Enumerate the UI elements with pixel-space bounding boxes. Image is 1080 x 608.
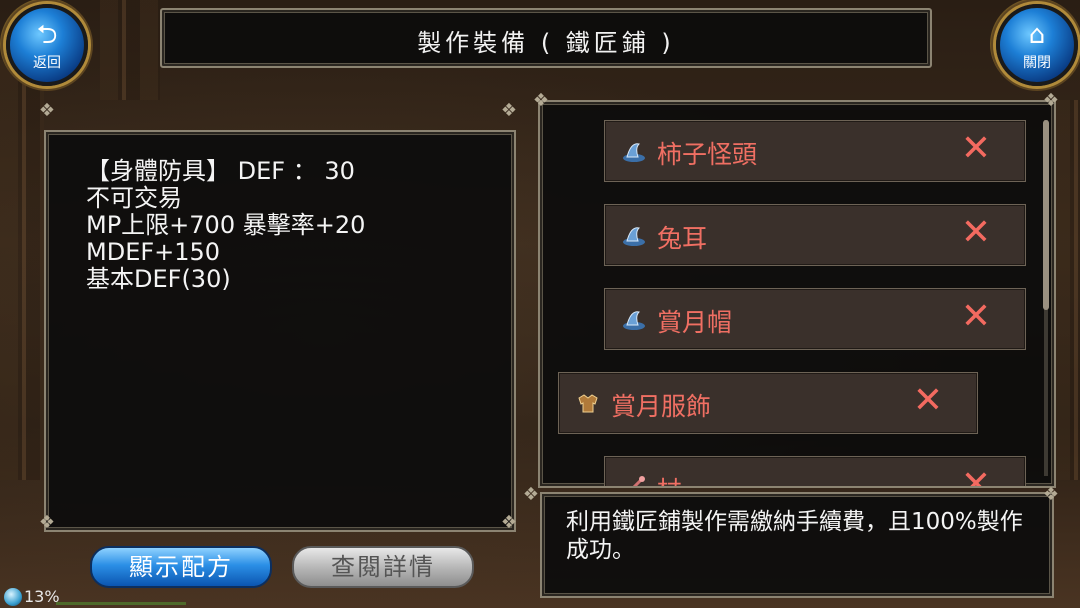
- bookshelf-left: [0, 60, 44, 480]
- frame-ornament-icon: ❖: [1042, 90, 1060, 111]
- item-stats-text: 【身體防具】 DEF ： 30 不可交易 MP上限+700 暴擊率+20 MDE…: [86, 157, 366, 293]
- list-item-selected[interactable]: 賞月服飾 ✕: [558, 372, 978, 434]
- unavailable-x-icon: ✕: [912, 380, 943, 421]
- unavailable-x-icon: ✕: [960, 464, 991, 488]
- frame-ornament-icon: ❖: [500, 100, 518, 121]
- armor-icon: [578, 394, 598, 413]
- unavailable-x-icon: ✕: [960, 212, 991, 253]
- bookshelf-right: [1052, 100, 1080, 480]
- show-recipe-button[interactable]: 顯示配方: [90, 546, 272, 588]
- close-button[interactable]: ⌂ 關閉: [996, 4, 1078, 86]
- view-details-button[interactable]: 查閱詳情: [292, 546, 474, 588]
- status-orb-icon: [4, 588, 22, 606]
- list-item[interactable]: 柿子怪頭 ✕: [604, 120, 1026, 182]
- back-button-label: 返回: [33, 55, 61, 71]
- frame-ornament-icon: ❖: [500, 512, 518, 533]
- home-icon: ⌂: [1028, 20, 1046, 50]
- back-button[interactable]: ⮌ 返回: [6, 4, 88, 86]
- frame-ornament-icon: ❖: [1042, 484, 1060, 505]
- description-text: 利用鐵匠鋪製作需繳納手續費，且100%製作成功。: [566, 509, 1023, 563]
- frame-ornament-icon: ❖: [522, 484, 540, 505]
- list-scrollbar-thumb[interactable]: [1043, 120, 1049, 310]
- unavailable-x-icon: ✕: [960, 128, 991, 169]
- list-item[interactable]: 杖 ✕: [604, 456, 1026, 488]
- item-name: 賞月帽: [657, 308, 733, 337]
- frame-ornament-icon: ❖: [38, 512, 56, 533]
- hat-icon: [623, 143, 645, 162]
- description-panel: 利用鐵匠鋪製作需繳納手續費，且100%製作成功。: [540, 492, 1054, 598]
- frame-ornament-icon: ❖: [38, 100, 56, 121]
- back-arrow-icon: ⮌: [36, 20, 58, 50]
- item-name: 兔耳: [657, 224, 708, 253]
- status-indicator: 13%: [0, 586, 200, 608]
- bookshelf-top: [100, 0, 160, 100]
- item-name: 賞月服飾: [611, 392, 712, 421]
- item-name: 柿子怪頭: [657, 140, 758, 169]
- status-progress-bar: [56, 602, 186, 605]
- frame-ornament-icon: ❖: [532, 90, 550, 111]
- item-name: 杖: [657, 471, 682, 486]
- hat-icon: [623, 311, 645, 330]
- title-bar: 製作裝備 ( 鐵匠鋪 ): [160, 8, 932, 68]
- item-info-panel: 【身體防具】 DEF ： 30 不可交易 MP上限+700 暴擊率+20 MDE…: [44, 130, 516, 532]
- list-item[interactable]: 賞月帽 ✕: [604, 288, 1026, 350]
- page-title: 製作裝備 ( 鐵匠鋪 ): [417, 29, 675, 57]
- list-item[interactable]: 兔耳 ✕: [604, 204, 1026, 266]
- equipment-list-panel[interactable]: 柿子怪頭 ✕ 兔耳 ✕ 賞月帽 ✕ 賞月服飾 ✕ 杖 ✕: [538, 100, 1056, 488]
- status-percent: 13%: [24, 587, 60, 606]
- hat-icon: [623, 227, 645, 246]
- staff-icon: [632, 476, 645, 486]
- unavailable-x-icon: ✕: [960, 296, 991, 337]
- close-button-label: 關閉: [1023, 55, 1051, 71]
